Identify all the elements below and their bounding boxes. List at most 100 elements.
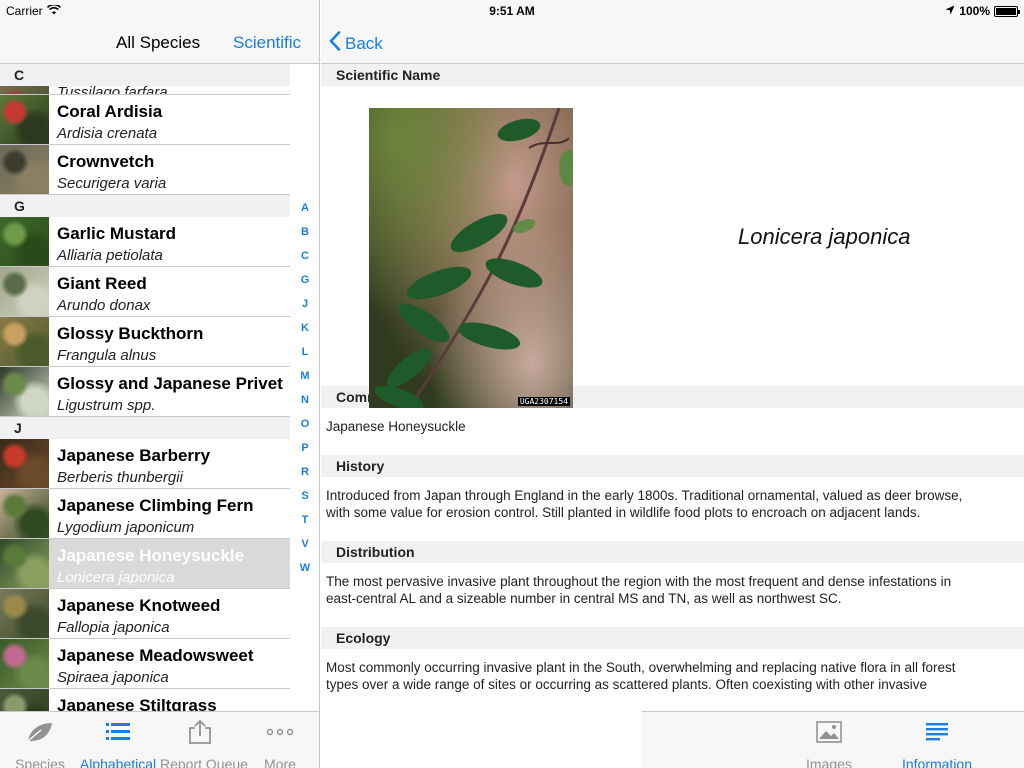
app: Carrier 9:51 AM 100% All Species Scienti… bbox=[0, 0, 1024, 768]
scientific-name-value: Lonicera japonica bbox=[738, 224, 911, 249]
species-scientific-name: Tussilago farfara bbox=[57, 86, 168, 95]
species-thumbnail bbox=[0, 267, 49, 316]
species-row[interactable]: Glossy and Japanese Privet Ligustrum spp. bbox=[0, 367, 290, 417]
species-common-name: Japanese Stiltgrass bbox=[57, 696, 217, 712]
species-thumbnail bbox=[0, 689, 49, 712]
index-letter-v[interactable]: V bbox=[292, 536, 318, 560]
species-scientific-name: Spiraea japonica bbox=[57, 669, 169, 686]
tab-information[interactable]: Information bbox=[897, 718, 977, 768]
index-letter-p[interactable]: P bbox=[292, 440, 318, 464]
species-text: Crownvetch Securigera varia bbox=[49, 145, 166, 194]
species-text: Japanese Honeysuckle Lonicera japonica bbox=[49, 539, 244, 588]
list-icon bbox=[78, 718, 158, 746]
species-common-name: Japanese Meadowsweet bbox=[57, 646, 254, 665]
species-row[interactable]: Tussilago farfara bbox=[0, 86, 290, 95]
section-header-history: History bbox=[321, 455, 1024, 477]
index-letter-n[interactable]: N bbox=[292, 392, 318, 416]
detail-content[interactable]: Scientific Name UGA2307154 Lonicera japo… bbox=[321, 64, 1024, 713]
tab-label: More bbox=[264, 756, 296, 768]
species-scientific-name: Berberis thunbergii bbox=[57, 469, 183, 486]
index-letter-c[interactable]: C bbox=[292, 248, 318, 272]
species-thumbnail bbox=[0, 489, 49, 538]
species-thumbnail bbox=[0, 95, 49, 144]
index-letter-t[interactable]: T bbox=[292, 512, 318, 536]
species-scientific-name: Ligustrum spp. bbox=[57, 397, 156, 414]
index-letter-b[interactable]: B bbox=[292, 224, 318, 248]
species-row[interactable]: Japanese Stiltgrass bbox=[0, 689, 290, 712]
species-text: Japanese Stiltgrass bbox=[49, 689, 217, 712]
tab-species[interactable]: Species bbox=[0, 718, 80, 768]
species-common-name: Glossy Buckthorn bbox=[57, 324, 204, 343]
tab-label: Information bbox=[901, 756, 973, 768]
species-row[interactable]: Japanese Honeysuckle Lonicera japonica bbox=[0, 539, 290, 589]
index-letter-l[interactable]: L bbox=[292, 344, 318, 368]
alphabet-index[interactable]: ABCGJKLMNOPRSTVW bbox=[292, 200, 318, 584]
species-common-name: Coral Ardisia bbox=[57, 102, 163, 121]
battery-percent: 100% bbox=[959, 4, 990, 18]
upload-icon bbox=[160, 718, 240, 746]
status-time: 9:51 AM bbox=[489, 4, 535, 18]
species-thumbnail bbox=[0, 317, 49, 366]
section-text-distribution: The most pervasive invasive plant throug… bbox=[326, 574, 952, 606]
index-letter-j[interactable]: J bbox=[292, 296, 318, 320]
species-common-name: Garlic Mustard bbox=[57, 224, 177, 243]
species-row[interactable]: Japanese Climbing Fern Lygodium japonicum bbox=[0, 489, 290, 539]
species-row[interactable]: Japanese Barberry Berberis thunbergii bbox=[0, 439, 290, 489]
species-common-name: Japanese Knotweed bbox=[57, 596, 221, 615]
image-icon bbox=[789, 718, 869, 746]
tab-label: Report Queue bbox=[160, 756, 248, 768]
index-letter-r[interactable]: R bbox=[292, 464, 318, 488]
species-common-name: Giant Reed bbox=[57, 274, 147, 293]
index-letter-g[interactable]: G bbox=[292, 272, 318, 296]
battery-icon bbox=[994, 5, 1020, 17]
section-text-ecology: Most commonly occurring invasive plant i… bbox=[326, 660, 956, 692]
tab-alphabetical[interactable]: Alphabetical bbox=[78, 718, 158, 768]
species-row[interactable]: Garlic Mustard Alliaria petiolata bbox=[0, 217, 290, 267]
photo-id-tag: UGA2307154 bbox=[517, 397, 570, 406]
index-letter-k[interactable]: K bbox=[292, 320, 318, 344]
master-title: All Species bbox=[116, 33, 201, 52]
section-header-g: G bbox=[0, 195, 290, 217]
back-button[interactable]: Back bbox=[329, 31, 383, 56]
scientific-toggle-button[interactable]: Scientific bbox=[233, 33, 301, 53]
species-scientific-name: Alliaria petiolata bbox=[57, 247, 163, 264]
species-photo[interactable]: UGA2307154 bbox=[369, 108, 573, 408]
species-text: Giant Reed Arundo donax bbox=[49, 267, 150, 316]
detail-tab-bar: ImagesInformationMapReport bbox=[642, 711, 1024, 768]
index-letter-o[interactable]: O bbox=[292, 416, 318, 440]
info-list-icon bbox=[897, 718, 977, 746]
species-thumbnail bbox=[0, 439, 49, 488]
species-thumbnail bbox=[0, 589, 49, 638]
image-area: UGA2307154 Lonicera japonica bbox=[321, 86, 1024, 408]
tab-report-queue[interactable]: Report Queue bbox=[160, 718, 248, 768]
species-row[interactable]: Coral Ardisia Ardisia crenata bbox=[0, 95, 290, 145]
species-common-name: Japanese Climbing Fern bbox=[57, 496, 254, 515]
species-row[interactable]: Japanese Knotweed Fallopia japonica bbox=[0, 589, 290, 639]
species-row[interactable]: Japanese Meadowsweet Spiraea japonica bbox=[0, 639, 290, 689]
species-list[interactable]: C Tussilago farfara Coral Ardisia Ardisia c… bbox=[0, 64, 290, 712]
index-letter-w[interactable]: W bbox=[292, 560, 318, 584]
index-letter-s[interactable]: S bbox=[292, 488, 318, 512]
species-row[interactable]: Giant Reed Arundo donax bbox=[0, 267, 290, 317]
index-letter-a[interactable]: A bbox=[292, 200, 318, 224]
species-text: Garlic Mustard Alliaria petiolata bbox=[49, 217, 176, 266]
species-thumbnail bbox=[0, 539, 49, 588]
master-tab-bar: Species Alphabetical Report Queue More bbox=[0, 711, 319, 768]
tab-more[interactable]: More bbox=[240, 718, 319, 768]
species-row[interactable]: Glossy Buckthorn Frangula alnus bbox=[0, 317, 290, 367]
species-text: Japanese Climbing Fern Lygodium japonicum bbox=[49, 489, 254, 538]
species-thumbnail bbox=[0, 217, 49, 266]
species-thumbnail bbox=[0, 86, 49, 94]
tab-images[interactable]: Images bbox=[789, 718, 869, 768]
species-text: Glossy Buckthorn Frangula alnus bbox=[49, 317, 203, 366]
tab-label: Map bbox=[1009, 756, 1024, 768]
detail-sections: Common NamesJapanese HoneysuckleHistoryI… bbox=[321, 386, 1024, 713]
species-text: Coral Ardisia Ardisia crenata bbox=[49, 95, 162, 144]
species-row[interactable]: Crownvetch Securigera varia bbox=[0, 145, 290, 195]
index-letter-m[interactable]: M bbox=[292, 368, 318, 392]
map-pin-icon bbox=[1009, 718, 1024, 746]
species-common-name: Crownvetch bbox=[57, 152, 155, 171]
tab-map[interactable]: Map bbox=[1009, 718, 1024, 768]
more-icon bbox=[240, 718, 319, 746]
species-common-name: Glossy and Japanese Privet bbox=[57, 374, 283, 393]
